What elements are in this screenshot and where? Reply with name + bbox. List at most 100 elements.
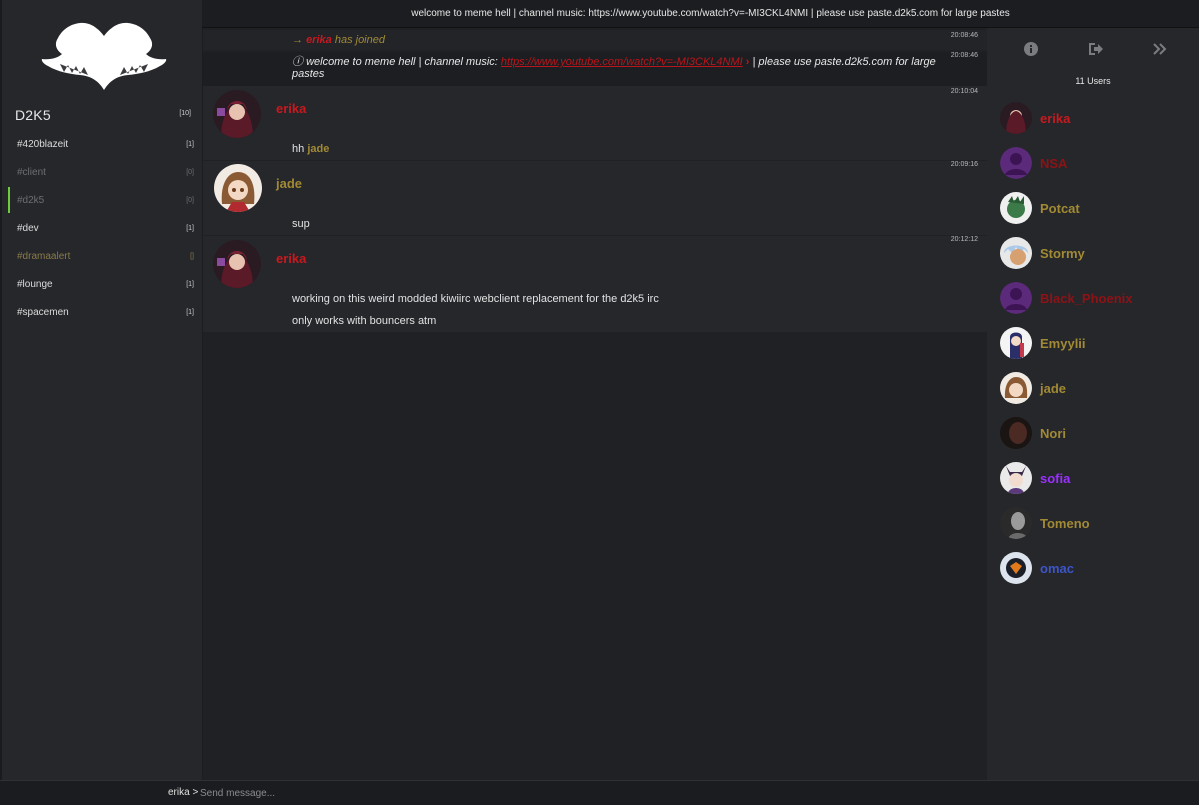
user-item[interactable]: erika	[1000, 100, 1190, 136]
join-label: has joined	[334, 34, 385, 46]
jade-avatar-icon	[214, 164, 262, 212]
message-text: only works with bouncers atm	[292, 315, 437, 327]
channel-name: #dramaalert	[17, 250, 71, 262]
channel-indicator	[8, 215, 10, 241]
channel-name: #lounge	[17, 278, 53, 290]
channel-name: #dev	[17, 222, 39, 234]
avatar	[1000, 507, 1032, 539]
channel-indicator	[8, 271, 10, 297]
avatar[interactable]	[214, 164, 262, 212]
user-name: Nori	[1040, 425, 1066, 441]
channel-name: #client	[17, 166, 46, 178]
user-item[interactable]: Stormy	[1000, 235, 1190, 271]
join-arrow-icon: →	[292, 34, 303, 46]
nick-mention[interactable]: jade	[307, 143, 329, 155]
user-name: omac	[1040, 560, 1074, 576]
topic-prefix: welcome to meme hell | channel music:	[306, 56, 498, 68]
join-message: → erika has joined 20:08:46	[203, 30, 987, 50]
avatar[interactable]	[213, 240, 261, 288]
exit-icon[interactable]	[1087, 41, 1103, 57]
message-nick[interactable]: jade	[276, 176, 302, 191]
channel-topic: welcome to meme hell | channel music: ht…	[202, 0, 1199, 28]
channel-dramaalert[interactable]: #dramaalert []	[8, 246, 196, 266]
irc-client: D2K5 [10] #420blazeit [1] #client [0] #d…	[0, 0, 1199, 805]
channel-dev[interactable]: #dev [1]	[8, 218, 196, 238]
timestamp: 20:12:12	[950, 236, 978, 243]
message-text: working on this weird modded kiwiirc web…	[292, 293, 659, 305]
channel-count: [1]	[186, 280, 194, 288]
avatar	[1000, 462, 1032, 494]
double-chevron-icon[interactable]	[1152, 41, 1168, 57]
avatar	[1000, 372, 1032, 404]
input-bar: erika >	[0, 780, 1199, 805]
avatar	[1000, 192, 1032, 224]
timestamp: 20:09:16	[950, 161, 978, 168]
avatar	[1000, 282, 1032, 314]
channel-spacemen[interactable]: #spacemen [1]	[8, 302, 196, 322]
timestamp: 20:10:04	[950, 88, 978, 95]
join-nick[interactable]: erika	[306, 34, 332, 46]
user-item[interactable]: omac	[1000, 550, 1190, 586]
channel-client[interactable]: #client [0]	[8, 162, 196, 182]
info-icon: ⓘ	[292, 56, 303, 68]
network-count: [10]	[179, 110, 191, 117]
message-nick[interactable]: erika	[276, 251, 306, 266]
user-item[interactable]: Tomeno	[1000, 505, 1190, 541]
channel-420blazeit[interactable]: #420blazeit [1]	[8, 134, 196, 154]
active-channel-indicator	[8, 187, 10, 213]
channel-d2k5[interactable]: #d2k5 [0]	[8, 187, 196, 213]
user-item[interactable]: Black_Phoenix	[1000, 280, 1190, 316]
channel-count: []	[190, 252, 194, 260]
user-item[interactable]: jade	[1000, 370, 1190, 406]
channel-indicator	[8, 131, 10, 157]
avatar	[1000, 552, 1032, 584]
user-name: jade	[1040, 380, 1067, 396]
join-text: → erika has joined	[292, 34, 385, 46]
channel-count: [0]	[186, 196, 194, 204]
channel-lounge[interactable]: #lounge [1]	[8, 274, 196, 294]
message-text: sup	[292, 218, 310, 230]
topic-link[interactable]: https://www.youtube.com/watch?v=-MI3CKL4…	[501, 56, 743, 68]
user-name: erika	[1040, 110, 1071, 126]
user-item[interactable]: Emyylii	[1000, 325, 1190, 361]
channel-indicator	[8, 299, 10, 325]
message-group: 20:10:04 erika hh jade	[203, 86, 987, 160]
network-name: D2K5	[15, 107, 51, 123]
avatar	[1000, 417, 1032, 449]
user-name: Potcat	[1040, 200, 1080, 216]
channel-name: #420blazeit	[17, 138, 69, 150]
channel-indicator	[8, 159, 10, 185]
channel-count: [0]	[186, 168, 194, 176]
avatar	[1000, 147, 1032, 179]
user-count: 11 Users	[1075, 76, 1111, 86]
user-item[interactable]: sofia	[1000, 460, 1190, 496]
channel-count: [1]	[186, 224, 194, 232]
message-group: 20:12:12 erika working on this weird mod…	[203, 236, 987, 332]
network-header[interactable]: D2K5 [10]	[15, 107, 195, 125]
timestamp: 20:08:46	[950, 32, 978, 39]
avatar[interactable]	[213, 90, 261, 138]
message-nick[interactable]: erika	[276, 101, 306, 116]
message-input[interactable]	[200, 784, 1100, 802]
user-item[interactable]: Nori	[1000, 415, 1190, 451]
avatar	[1000, 327, 1032, 359]
message-list[interactable]: → erika has joined 20:08:46 ⓘ welcome to…	[203, 28, 987, 780]
avatar	[1000, 237, 1032, 269]
message-group: 20:09:16 jade sup	[203, 161, 987, 235]
message-body: hh jade	[292, 143, 329, 155]
user-name: sofia	[1040, 470, 1071, 486]
channel-count: [1]	[186, 308, 194, 316]
channel-indicator	[8, 243, 10, 269]
user-name: Tomeno	[1040, 515, 1090, 531]
erika-avatar-icon	[213, 240, 261, 288]
user-item[interactable]: NSA	[1000, 145, 1190, 181]
channel-name: #spacemen	[17, 306, 69, 318]
nick-prompt[interactable]: erika >	[168, 787, 198, 798]
topic-notice: ⓘ welcome to meme hell | channel music: …	[203, 52, 987, 86]
user-item[interactable]: Potcat	[1000, 190, 1190, 226]
message-text: hh	[292, 143, 305, 155]
info-icon[interactable]	[1023, 41, 1039, 57]
timestamp: 20:08:46	[950, 52, 978, 59]
sidebar: D2K5 [10] #420blazeit [1] #client [0] #d…	[0, 0, 202, 780]
channel-count: [1]	[186, 140, 194, 148]
